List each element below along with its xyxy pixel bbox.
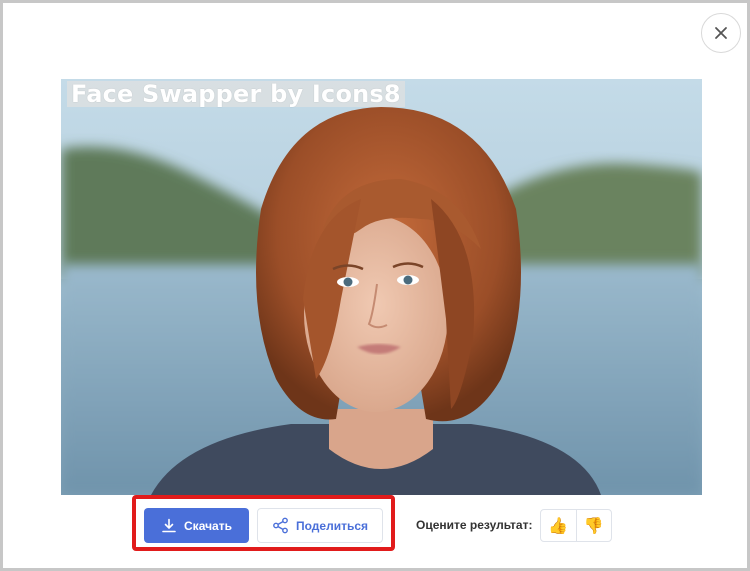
- result-photo: Face Swapper by Icons8: [61, 79, 702, 495]
- thumbs-up-button[interactable]: 👍: [541, 510, 576, 541]
- result-modal: Face Swapper by Icons8 Скачать Поделитьс…: [0, 0, 750, 571]
- download-label: Скачать: [184, 518, 232, 533]
- download-icon: [162, 518, 176, 532]
- share-button[interactable]: Поделиться: [257, 508, 383, 543]
- rating-label: Оцените результат:: [416, 518, 533, 532]
- portrait-image: [61, 79, 702, 495]
- share-label: Поделиться: [295, 518, 369, 533]
- rating-buttons: 👍 👎: [540, 509, 612, 542]
- download-button[interactable]: Скачать: [144, 508, 249, 543]
- watermark-text: Face Swapper by Icons8: [67, 81, 405, 107]
- thumbs-down-button[interactable]: 👎: [575, 510, 612, 541]
- share-icon: [273, 517, 288, 534]
- close-icon: [715, 27, 727, 39]
- close-button[interactable]: [701, 13, 741, 53]
- thumbs-up-icon: 👍: [548, 517, 569, 535]
- thumbs-down-icon: 👎: [583, 517, 604, 535]
